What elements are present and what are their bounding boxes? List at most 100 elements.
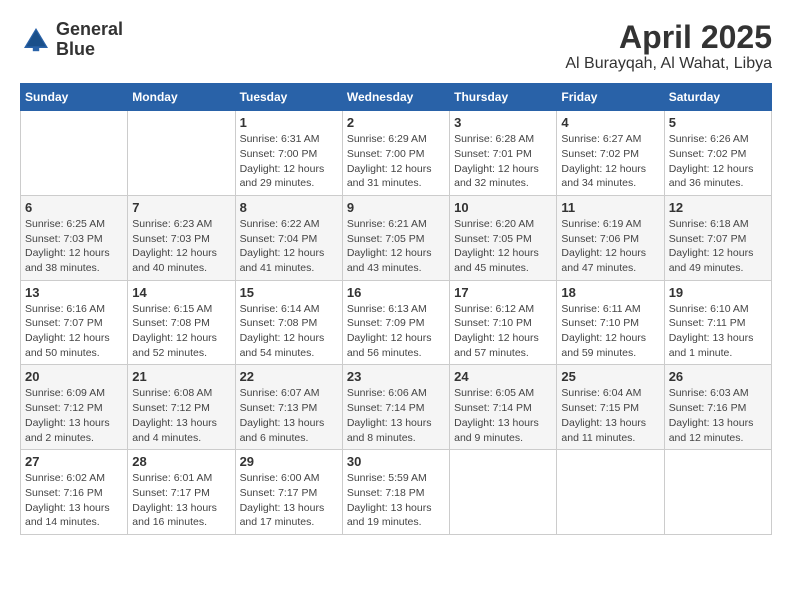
day-info: Sunrise: 6:27 AM Sunset: 7:02 PM Dayligh… [561, 132, 659, 191]
day-info: Sunrise: 6:15 AM Sunset: 7:08 PM Dayligh… [132, 302, 230, 361]
day-info: Sunrise: 6:08 AM Sunset: 7:12 PM Dayligh… [132, 386, 230, 445]
weekday-header: Saturday [664, 84, 771, 111]
day-number: 25 [561, 369, 659, 384]
day-number: 2 [347, 115, 445, 130]
calendar-cell: 9 Sunrise: 6:21 AM Sunset: 7:05 PM Daylig… [342, 195, 449, 280]
calendar-cell: 19 Sunrise: 6:10 AM Sunset: 7:11 PM Dayli… [664, 280, 771, 365]
calendar-cell: 16Sunrise: 6:13 AM Sunset: 7:09 PM Dayli… [342, 280, 449, 365]
logo: General Blue [20, 20, 123, 60]
day-info: Sunrise: 6:04 AM Sunset: 7:15 PM Dayligh… [561, 386, 659, 445]
weekday-header: Monday [128, 84, 235, 111]
day-info: Sunrise: 6:18 AM Sunset: 7:07 PM Dayligh… [669, 217, 767, 276]
page-header: General Blue April 2025 Al Burayqah, Al … [20, 20, 772, 73]
day-info: Sunrise: 6:05 AM Sunset: 7:14 PM Dayligh… [454, 386, 552, 445]
calendar-week-row: 20 Sunrise: 6:09 AM Sunset: 7:12 PM Dayli… [21, 365, 772, 450]
day-number: 18 [561, 285, 659, 300]
day-info: Sunrise: 6:14 AM Sunset: 7:08 PM Dayligh… [240, 302, 338, 361]
day-number: 8 [240, 200, 338, 215]
day-number: 26 [669, 369, 767, 384]
calendar-cell: 20 Sunrise: 6:09 AM Sunset: 7:12 PM Dayli… [21, 365, 128, 450]
calendar-cell: 28 Sunrise: 6:01 AM Sunset: 7:17 PM Dayli… [128, 450, 235, 535]
calendar-cell [557, 450, 664, 535]
day-info: Sunrise: 6:06 AM Sunset: 7:14 PM Dayligh… [347, 386, 445, 445]
day-number: 6 [25, 200, 123, 215]
day-number: 9 [347, 200, 445, 215]
calendar-cell: 11 Sunrise: 6:19 AM Sunset: 7:06 PM Dayli… [557, 195, 664, 280]
day-number: 7 [132, 200, 230, 215]
calendar-week-row: 6 Sunrise: 6:25 AM Sunset: 7:03 PM Daylig… [21, 195, 772, 280]
day-number: 4 [561, 115, 659, 130]
day-info: Sunrise: 6:26 AM Sunset: 7:02 PM Dayligh… [669, 132, 767, 191]
day-info: Sunrise: 6:11 AM Sunset: 7:10 PM Dayligh… [561, 302, 659, 361]
day-number: 22 [240, 369, 338, 384]
day-number: 28 [132, 454, 230, 469]
day-number: 14 [132, 285, 230, 300]
calendar-cell: 22 Sunrise: 6:07 AM Sunset: 7:13 PM Dayli… [235, 365, 342, 450]
day-info: Sunrise: 6:16 AM Sunset: 7:07 PM Dayligh… [25, 302, 123, 361]
weekday-header: Tuesday [235, 84, 342, 111]
calendar-cell: 8 Sunrise: 6:22 AM Sunset: 7:04 PM Daylig… [235, 195, 342, 280]
day-info: Sunrise: 6:29 AM Sunset: 7:00 PM Dayligh… [347, 132, 445, 191]
calendar-header-row: SundayMondayTuesdayWednesdayThursdayFrid… [21, 84, 772, 111]
day-number: 11 [561, 200, 659, 215]
day-info: Sunrise: 6:31 AM Sunset: 7:00 PM Dayligh… [240, 132, 338, 191]
weekday-header: Friday [557, 84, 664, 111]
day-info: Sunrise: 6:13 AM Sunset: 7:09 PM Dayligh… [347, 302, 445, 361]
day-info: Sunrise: 6:19 AM Sunset: 7:06 PM Dayligh… [561, 217, 659, 276]
calendar-cell: 21 Sunrise: 6:08 AM Sunset: 7:12 PM Dayli… [128, 365, 235, 450]
calendar-cell: 18 Sunrise: 6:11 AM Sunset: 7:10 PM Dayli… [557, 280, 664, 365]
calendar-cell: 25 Sunrise: 6:04 AM Sunset: 7:15 PM Dayli… [557, 365, 664, 450]
calendar-table: SundayMondayTuesdayWednesdayThursdayFrid… [20, 83, 772, 535]
calendar-cell: 5 Sunrise: 6:26 AM Sunset: 7:02 PM Daylig… [664, 111, 771, 196]
calendar-week-row: 1 Sunrise: 6:31 AM Sunset: 7:00 PM Daylig… [21, 111, 772, 196]
day-number: 20 [25, 369, 123, 384]
day-info: Sunrise: 6:25 AM Sunset: 7:03 PM Dayligh… [25, 217, 123, 276]
calendar-cell: 23 Sunrise: 6:06 AM Sunset: 7:14 PM Dayli… [342, 365, 449, 450]
calendar-cell: 12 Sunrise: 6:18 AM Sunset: 7:07 PM Dayli… [664, 195, 771, 280]
day-number: 13 [25, 285, 123, 300]
day-info: Sunrise: 6:07 AM Sunset: 7:13 PM Dayligh… [240, 386, 338, 445]
day-number: 15 [240, 285, 338, 300]
calendar-cell: 4 Sunrise: 6:27 AM Sunset: 7:02 PM Daylig… [557, 111, 664, 196]
day-number: 1 [240, 115, 338, 130]
day-number: 5 [669, 115, 767, 130]
day-info: Sunrise: 6:12 AM Sunset: 7:10 PM Dayligh… [454, 302, 552, 361]
calendar-cell: 10 Sunrise: 6:20 AM Sunset: 7:05 PM Dayli… [450, 195, 557, 280]
day-number: 24 [454, 369, 552, 384]
calendar-cell: 24 Sunrise: 6:05 AM Sunset: 7:14 PM Dayli… [450, 365, 557, 450]
day-info: Sunrise: 6:02 AM Sunset: 7:16 PM Dayligh… [25, 471, 123, 530]
calendar-cell: 30Sunrise: 5:59 AM Sunset: 7:18 PM Dayli… [342, 450, 449, 535]
calendar-cell: 2 Sunrise: 6:29 AM Sunset: 7:00 PM Daylig… [342, 111, 449, 196]
day-info: Sunrise: 6:20 AM Sunset: 7:05 PM Dayligh… [454, 217, 552, 276]
calendar-cell: 7Sunrise: 6:23 AM Sunset: 7:03 PM Daylig… [128, 195, 235, 280]
day-number: 27 [25, 454, 123, 469]
weekday-header: Sunday [21, 84, 128, 111]
day-number: 30 [347, 454, 445, 469]
calendar-subtitle: Al Burayqah, Al Wahat, Libya [565, 55, 772, 73]
day-number: 29 [240, 454, 338, 469]
calendar-cell [128, 111, 235, 196]
day-number: 10 [454, 200, 552, 215]
calendar-cell: 13 Sunrise: 6:16 AM Sunset: 7:07 PM Dayli… [21, 280, 128, 365]
day-number: 21 [132, 369, 230, 384]
day-info: Sunrise: 6:03 AM Sunset: 7:16 PM Dayligh… [669, 386, 767, 445]
weekday-header: Thursday [450, 84, 557, 111]
calendar-cell: 26 Sunrise: 6:03 AM Sunset: 7:16 PM Dayli… [664, 365, 771, 450]
calendar-cell: 3Sunrise: 6:28 AM Sunset: 7:01 PM Daylig… [450, 111, 557, 196]
day-number: 17 [454, 285, 552, 300]
calendar-cell: 15 Sunrise: 6:14 AM Sunset: 7:08 PM Dayli… [235, 280, 342, 365]
calendar-title: April 2025 [565, 20, 772, 55]
day-info: Sunrise: 6:21 AM Sunset: 7:05 PM Dayligh… [347, 217, 445, 276]
day-info: Sunrise: 6:01 AM Sunset: 7:17 PM Dayligh… [132, 471, 230, 530]
calendar-week-row: 27 Sunrise: 6:02 AM Sunset: 7:16 PM Dayli… [21, 450, 772, 535]
calendar-cell [21, 111, 128, 196]
day-number: 12 [669, 200, 767, 215]
day-info: Sunrise: 6:10 AM Sunset: 7:11 PM Dayligh… [669, 302, 767, 361]
day-number: 19 [669, 285, 767, 300]
day-info: Sunrise: 6:00 AM Sunset: 7:17 PM Dayligh… [240, 471, 338, 530]
calendar-cell: 1 Sunrise: 6:31 AM Sunset: 7:00 PM Daylig… [235, 111, 342, 196]
day-number: 23 [347, 369, 445, 384]
day-info: Sunrise: 6:09 AM Sunset: 7:12 PM Dayligh… [25, 386, 123, 445]
day-info: Sunrise: 6:22 AM Sunset: 7:04 PM Dayligh… [240, 217, 338, 276]
title-block: April 2025 Al Burayqah, Al Wahat, Libya [565, 20, 772, 73]
